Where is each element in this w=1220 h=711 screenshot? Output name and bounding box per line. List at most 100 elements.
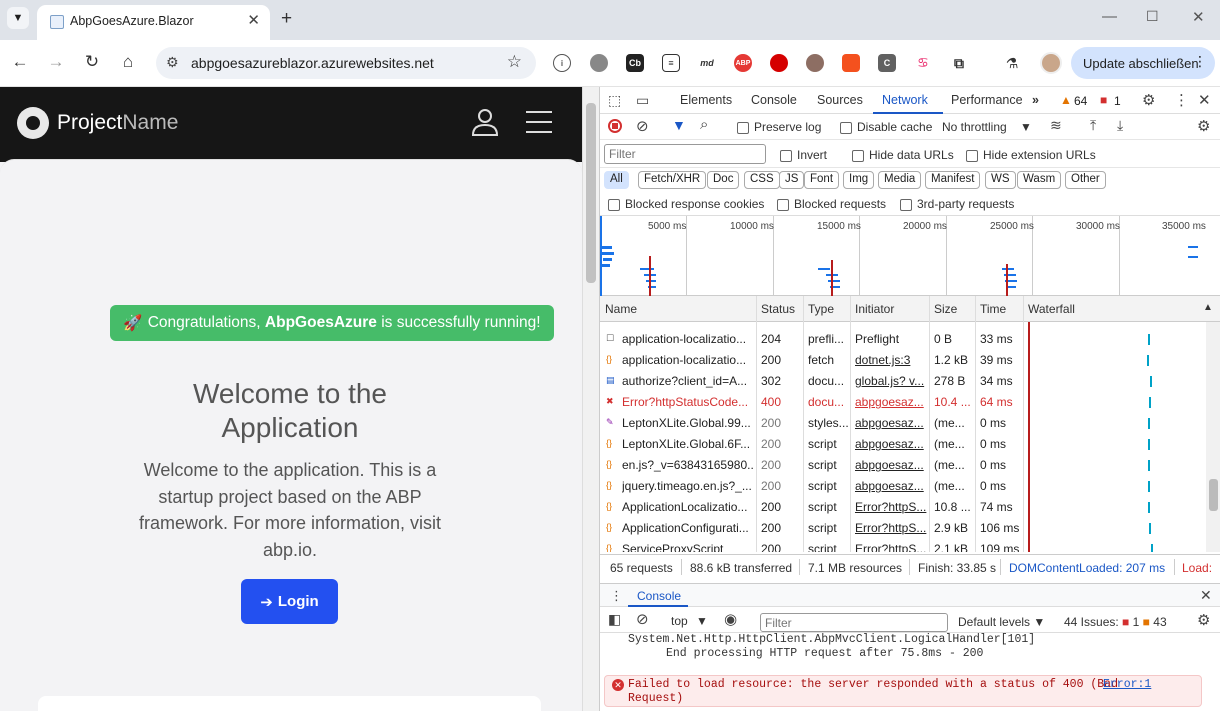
export-har-icon[interactable]: ⤓ bbox=[1117, 117, 1123, 134]
sort-arrow-icon[interactable]: ▲ bbox=[1203, 302, 1213, 313]
bookmark-star-icon[interactable]: ☆ bbox=[507, 52, 522, 72]
profile-avatar[interactable] bbox=[1040, 52, 1062, 74]
extension-pink-icon[interactable]: ♋ bbox=[914, 54, 932, 72]
user-icon[interactable] bbox=[470, 107, 500, 137]
tab-sources[interactable]: Sources bbox=[817, 93, 863, 107]
error-icon[interactable]: ■ bbox=[1100, 93, 1107, 107]
request-initiator[interactable]: abpgoesaz... bbox=[855, 479, 927, 493]
tab-search-button[interactable]: ▼ bbox=[7, 7, 29, 29]
extension-cookie-icon[interactable] bbox=[806, 54, 824, 72]
network-conditions-icon[interactable]: ≋ bbox=[1050, 117, 1062, 134]
error-count[interactable]: 1 bbox=[1114, 94, 1121, 108]
update-button[interactable]: Update abschließen ⋮ bbox=[1071, 47, 1215, 79]
browser-tab[interactable]: AbpGoesAzure.Blazor ✕ bbox=[37, 5, 270, 40]
extension-red-icon[interactable] bbox=[770, 54, 788, 72]
kebab-menu-icon[interactable]: ⋮ bbox=[1193, 53, 1207, 70]
clear-icon[interactable]: ⊘ bbox=[636, 117, 649, 135]
hamburger-menu-icon[interactable] bbox=[526, 111, 552, 141]
col-name[interactable]: Name bbox=[605, 302, 637, 316]
chip-wasm[interactable]: Wasm bbox=[1017, 171, 1062, 189]
context-select[interactable]: top ▼ bbox=[671, 614, 708, 628]
minimize-button[interactable]: — bbox=[1102, 8, 1117, 25]
new-tab-button[interactable]: + bbox=[281, 8, 292, 30]
third-party-checkbox[interactable]: 3rd-party requests bbox=[900, 197, 1014, 211]
close-tab-icon[interactable]: ✕ bbox=[247, 11, 260, 29]
extension-abp-icon[interactable]: ABP bbox=[734, 54, 752, 72]
network-request-row[interactable]: ✎ LeptonXLite.Global.99... 200 styles... abp… bbox=[600, 413, 1206, 434]
extension-rocket-icon[interactable] bbox=[842, 54, 860, 72]
col-size[interactable]: Size bbox=[934, 302, 957, 316]
hide-extension-urls-checkbox[interactable]: Hide extension URLs bbox=[966, 148, 1096, 162]
chip-media[interactable]: Media bbox=[878, 171, 922, 189]
inspect-element-icon[interactable]: ⬚ bbox=[608, 92, 621, 109]
chip-fetch-xhr[interactable]: Fetch/XHR bbox=[638, 171, 707, 189]
extension-cb-icon[interactable]: Cb bbox=[626, 54, 644, 72]
extensions-puzzle-icon[interactable]: ⧉ bbox=[950, 54, 968, 72]
device-toolbar-icon[interactable]: ▭ bbox=[636, 92, 649, 109]
network-request-row[interactable]: {} jquery.timeago.en.js?_... 200 script abpg… bbox=[600, 476, 1206, 497]
address-bar[interactable]: ⚙ abpgoesazureblazor.azurewebsites.net ☆ bbox=[156, 47, 536, 79]
settings-gear-icon[interactable]: ⚙ bbox=[1142, 91, 1155, 109]
network-request-row[interactable]: ✖ Error?httpStatusCode... 400 docu... abpgoe… bbox=[600, 392, 1206, 413]
chip-other[interactable]: Other bbox=[1065, 171, 1106, 189]
tab-network[interactable]: Network bbox=[882, 93, 928, 107]
brand-logo[interactable]: ProjectName bbox=[17, 107, 178, 139]
maximize-button[interactable]: ☐ bbox=[1146, 8, 1159, 25]
chip-font[interactable]: Font bbox=[804, 171, 840, 189]
extension-md-icon[interactable]: md bbox=[698, 54, 716, 72]
network-request-row[interactable]: ☐ application-localizatio... 204 prefli... P… bbox=[600, 329, 1206, 350]
request-initiator[interactable]: abpgoesaz... bbox=[855, 416, 927, 430]
extension-gear-icon[interactable] bbox=[590, 54, 608, 72]
error-source-link[interactable]: Error:1 bbox=[1103, 678, 1151, 691]
request-initiator[interactable]: abpgoesaz... bbox=[855, 437, 927, 451]
blocked-requests-checkbox[interactable]: Blocked requests bbox=[777, 197, 886, 211]
warning-icon[interactable]: ▲ bbox=[1060, 93, 1072, 107]
record-stop-icon[interactable] bbox=[608, 119, 622, 133]
hide-data-urls-checkbox[interactable]: Hide data URLs bbox=[852, 148, 954, 162]
import-har-icon[interactable]: ⤒ bbox=[1090, 117, 1096, 134]
request-initiator[interactable]: abpgoesaz... bbox=[855, 395, 927, 409]
clear-console-icon[interactable]: ⊘ bbox=[636, 610, 649, 628]
network-request-row[interactable]: {} ApplicationLocalizatio... 200 script Erro… bbox=[600, 497, 1206, 518]
network-request-row[interactable]: {} ApplicationConfigurati... 200 script Erro… bbox=[600, 518, 1206, 539]
search-icon[interactable]: ⌕ bbox=[700, 116, 708, 133]
sidebar-toggle-icon[interactable]: ◧ bbox=[608, 611, 621, 628]
console-settings-icon[interactable]: ⚙ bbox=[1197, 611, 1210, 629]
invert-checkbox[interactable]: Invert bbox=[780, 148, 827, 162]
network-request-row[interactable]: {} LeptonXLite.Global.6F... 200 script abpgo… bbox=[600, 434, 1206, 455]
back-button[interactable]: ← bbox=[10, 52, 30, 72]
tab-elements[interactable]: Elements bbox=[680, 93, 732, 107]
chip-manifest[interactable]: Manifest bbox=[925, 171, 981, 189]
col-time[interactable]: Time bbox=[980, 302, 1006, 316]
console-filter-input[interactable] bbox=[760, 613, 948, 632]
scrollbar-thumb[interactable] bbox=[586, 103, 596, 283]
col-type[interactable]: Type bbox=[808, 302, 834, 316]
chip-css[interactable]: CSS bbox=[744, 171, 780, 189]
filter-funnel-icon[interactable]: ▼ bbox=[672, 117, 686, 133]
drawer-menu-icon[interactable]: ⋮ bbox=[610, 588, 623, 604]
close-devtools-icon[interactable]: ✕ bbox=[1198, 91, 1211, 109]
extension-1-icon[interactable]: i bbox=[553, 54, 571, 72]
login-button[interactable]: ➔ Login bbox=[241, 579, 338, 624]
col-status[interactable]: Status bbox=[761, 302, 795, 316]
request-initiator[interactable]: Error?httpS... bbox=[855, 521, 927, 535]
page-scrollbar[interactable] bbox=[582, 87, 599, 711]
extension-clipboard-icon[interactable]: ≡ bbox=[662, 54, 680, 72]
url-text[interactable]: abpgoesazureblazor.azurewebsites.net bbox=[191, 55, 434, 71]
preserve-log-checkbox[interactable]: Preserve log bbox=[737, 120, 821, 134]
reload-button[interactable]: ↻ bbox=[82, 52, 102, 72]
throttling-select[interactable]: No throttling ▼ bbox=[942, 120, 1032, 134]
network-request-row[interactable]: {} en.js?_v=63843165980... 200 script abpgoe… bbox=[600, 455, 1206, 476]
request-initiator[interactable]: dotnet.js:3 bbox=[855, 353, 927, 367]
table-scrollbar[interactable] bbox=[1206, 322, 1220, 552]
log-levels-select[interactable]: Default levels ▼ bbox=[958, 615, 1045, 629]
request-initiator[interactable]: Error?httpS... bbox=[855, 500, 927, 514]
drawer-tab-console[interactable]: Console bbox=[637, 589, 681, 603]
warning-count[interactable]: 64 bbox=[1074, 94, 1087, 108]
network-request-row[interactable]: {} application-localizatio... 200 fetch dotn… bbox=[600, 350, 1206, 371]
live-expression-eye-icon[interactable]: ◉ bbox=[724, 610, 737, 628]
blocked-cookies-checkbox[interactable]: Blocked response cookies bbox=[608, 197, 764, 211]
col-waterfall[interactable]: Waterfall bbox=[1028, 302, 1075, 316]
request-initiator[interactable]: Preflight bbox=[855, 332, 927, 346]
tab-performance[interactable]: Performance bbox=[951, 93, 1023, 107]
